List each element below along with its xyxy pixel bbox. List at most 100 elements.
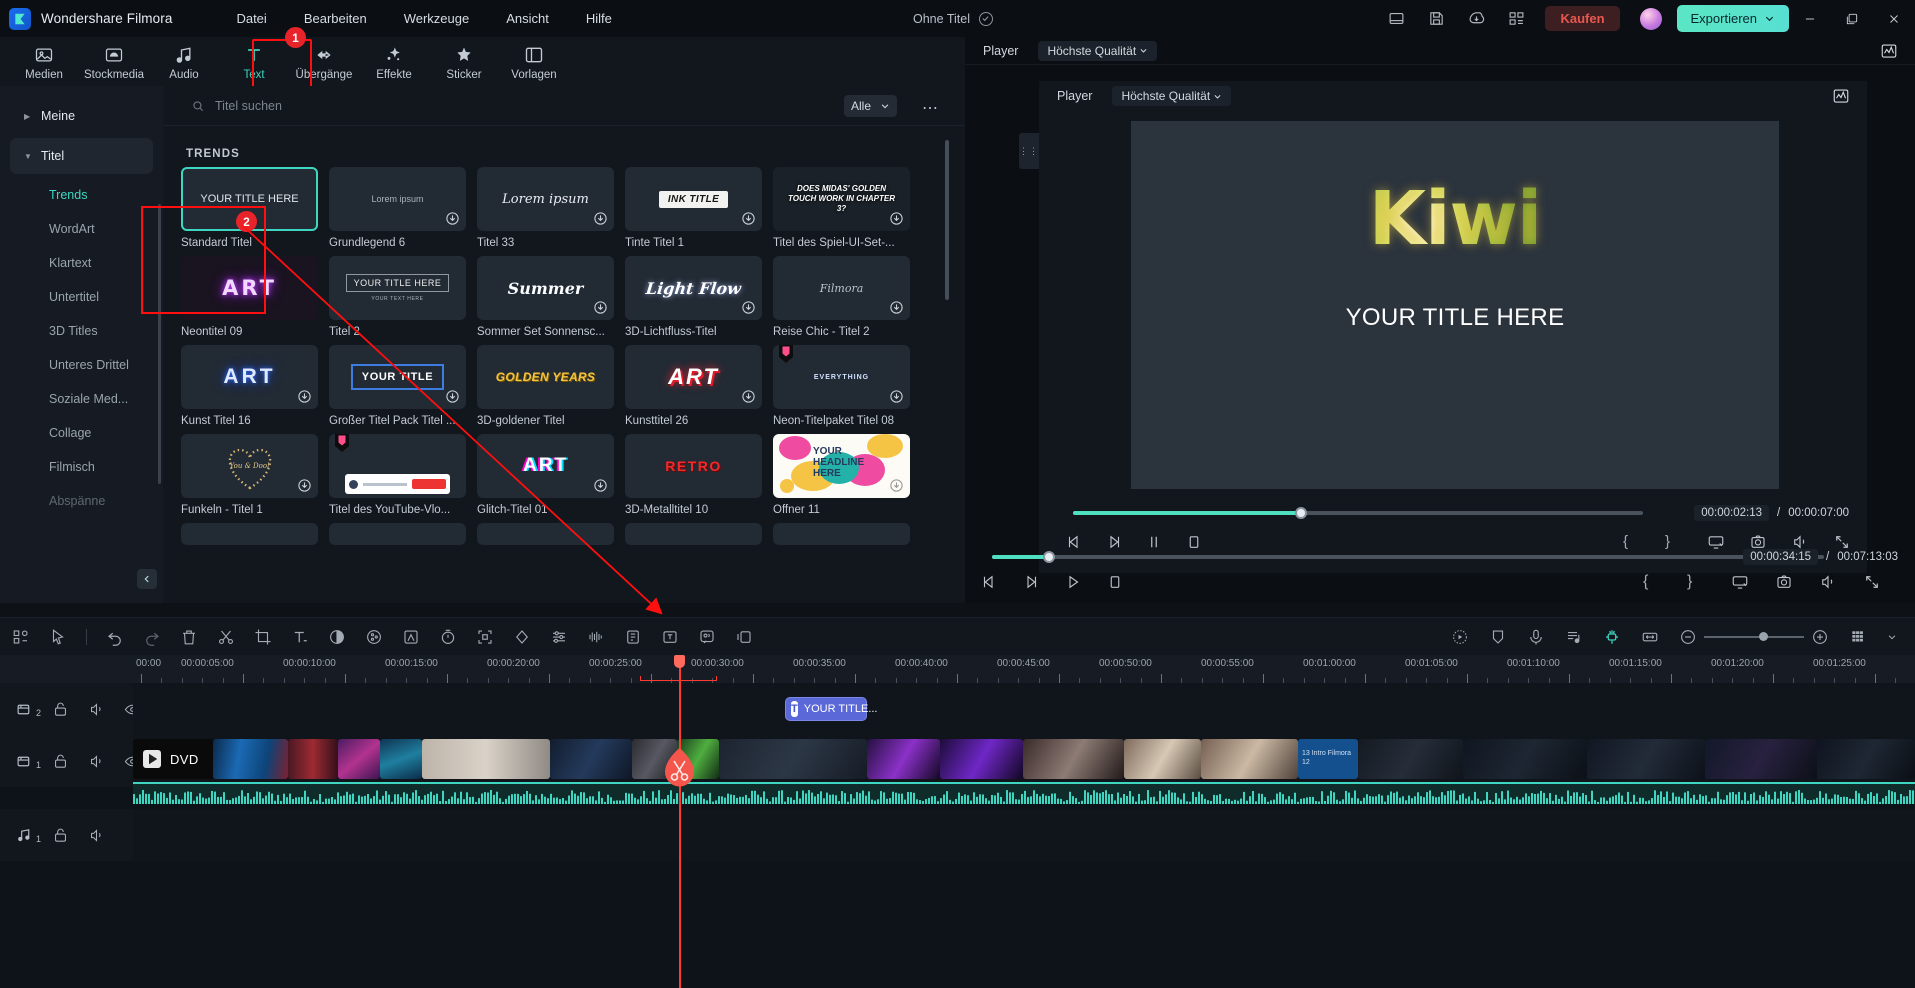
sidebar-item-soziale-medien[interactable]: Soziale Med... bbox=[10, 382, 153, 416]
tab-vorlagen[interactable]: Vorlagen bbox=[504, 42, 564, 81]
template-item[interactable]: RETRO 3D-Metalltitel 10 bbox=[625, 434, 762, 516]
sidebar-collapse-button[interactable] bbox=[137, 569, 157, 589]
template-thumb[interactable]: Summer bbox=[477, 256, 614, 320]
template-thumb[interactable]: EVERYTHING bbox=[773, 345, 910, 409]
template-item[interactable]: Lorem ipsum Titel 33 bbox=[477, 167, 614, 249]
sidebar-item-untertitel[interactable]: Untertitel bbox=[10, 280, 153, 314]
mark-in-icon[interactable]: { bbox=[1643, 573, 1661, 591]
template-item[interactable]: DOES MIDAS' GOLDEN TOUCH WORK IN CHAPTER… bbox=[773, 167, 910, 249]
template-thumb[interactable]: ART bbox=[625, 345, 762, 409]
template-item[interactable]: YOUR TITLE Großer Titel Pack Titel ... bbox=[329, 345, 466, 427]
template-thumb[interactable]: YOUR TITLE bbox=[329, 345, 466, 409]
screen-cast-icon[interactable] bbox=[1731, 573, 1749, 591]
speech-to-text-icon[interactable] bbox=[698, 628, 716, 646]
template-item[interactable]: Lorem ipsum Grundlegend 6 bbox=[329, 167, 466, 249]
template-item[interactable]: EVERYTHING Neon-Titelpaket Titel 08 bbox=[773, 345, 910, 427]
filter-dropdown[interactable]: Alle bbox=[844, 95, 897, 117]
template-thumb[interactable]: GOLDEN YEARS bbox=[477, 345, 614, 409]
download-icon[interactable] bbox=[593, 300, 608, 315]
stop-icon[interactable] bbox=[1106, 573, 1124, 591]
menu-bearbeiten[interactable]: Bearbeiten bbox=[302, 7, 369, 30]
template-thumb[interactable]: Light Flow bbox=[625, 256, 762, 320]
zoom-in-icon[interactable] bbox=[1811, 628, 1829, 646]
next-frame-icon[interactable] bbox=[1022, 573, 1040, 591]
tab-text[interactable]: Text bbox=[224, 42, 284, 81]
maximize-icon[interactable] bbox=[1831, 0, 1873, 37]
template-thumb[interactable]: YOUR HEADLINE HERE bbox=[773, 434, 910, 498]
audio-list-icon[interactable] bbox=[1565, 628, 1583, 646]
mute-icon[interactable] bbox=[88, 701, 105, 718]
mute-icon[interactable] bbox=[88, 753, 105, 770]
tab-effekte[interactable]: Effekte bbox=[364, 42, 424, 81]
template-item[interactable] bbox=[181, 523, 318, 545]
download-icon[interactable] bbox=[445, 211, 460, 226]
video-clip[interactable] bbox=[1587, 739, 1705, 779]
freeze-frame-icon[interactable] bbox=[735, 628, 753, 646]
download-icon[interactable] bbox=[593, 211, 608, 226]
template-item[interactable]: Titel des YouTube-Vlo... bbox=[329, 434, 466, 516]
project-grid-icon[interactable] bbox=[12, 628, 30, 646]
video-preview-stage[interactable]: Kiwi YOUR TITLE HERE bbox=[1131, 121, 1779, 489]
template-item[interactable]: ART Kunsttitel 26 bbox=[625, 345, 762, 427]
video-clip[interactable] bbox=[1201, 739, 1298, 779]
template-item[interactable]: You & Dool Funkeln - Titel 1 bbox=[181, 434, 318, 516]
video-clip[interactable] bbox=[213, 739, 288, 779]
template-thumb[interactable]: Lorem ipsum bbox=[329, 167, 466, 231]
template-thumb[interactable]: Filmora bbox=[773, 256, 910, 320]
audio-detach-icon[interactable] bbox=[587, 628, 605, 646]
template-thumb[interactable]: Lorem ipsum bbox=[477, 167, 614, 231]
download-icon[interactable] bbox=[593, 478, 608, 493]
play-icon[interactable] bbox=[1064, 573, 1082, 591]
timeline-ruler[interactable]: 00:00 00:00:05:00 00:00:10:00 00:00:15:0… bbox=[133, 655, 1915, 683]
sidebar-item-wordart[interactable]: WordArt bbox=[10, 212, 153, 246]
save-icon[interactable] bbox=[1421, 4, 1451, 34]
layout-icon[interactable] bbox=[1381, 4, 1411, 34]
download-icon[interactable] bbox=[297, 389, 312, 404]
waveform-icon[interactable] bbox=[1880, 42, 1898, 60]
track-manager-icon[interactable] bbox=[1849, 628, 1867, 646]
chevron-down-icon[interactable] bbox=[1887, 628, 1897, 646]
template-item[interactable]: ART Neontitel 09 bbox=[181, 256, 318, 338]
redo-icon[interactable] bbox=[143, 628, 161, 646]
voiceover-mic-icon[interactable] bbox=[1527, 628, 1545, 646]
video-clip[interactable] bbox=[867, 739, 940, 779]
zoom-slider-handle[interactable] bbox=[1759, 632, 1768, 641]
template-thumb[interactable]: RETRO bbox=[625, 434, 762, 498]
audio-waveform-strip[interactable] bbox=[133, 782, 1915, 804]
split-scissors-icon[interactable] bbox=[217, 628, 235, 646]
video-clip[interactable] bbox=[1023, 739, 1124, 779]
avatar[interactable] bbox=[1639, 7, 1662, 30]
marker-icon[interactable] bbox=[624, 628, 642, 646]
export-button[interactable]: Exportieren bbox=[1676, 5, 1789, 32]
seek-handle[interactable] bbox=[1043, 551, 1055, 563]
sidebar-item-klartext[interactable]: Klartext bbox=[10, 246, 153, 280]
video-clip[interactable] bbox=[1358, 739, 1463, 779]
tab-uebergaenge[interactable]: Übergänge bbox=[294, 42, 354, 81]
video-clip[interactable] bbox=[338, 739, 380, 779]
grid-scrollbar[interactable] bbox=[945, 140, 949, 300]
player-inner-quality-dropdown[interactable]: Höchste Qualität bbox=[1112, 86, 1232, 106]
template-thumb[interactable] bbox=[625, 523, 762, 545]
grid-apps-icon[interactable] bbox=[1501, 4, 1531, 34]
download-icon[interactable] bbox=[297, 478, 312, 493]
ai-effects-icon[interactable] bbox=[1451, 628, 1469, 646]
motion-tracking-icon[interactable] bbox=[661, 628, 679, 646]
tab-stockmedia[interactable]: Stockmedia bbox=[84, 42, 144, 81]
color-palette-icon[interactable] bbox=[365, 628, 383, 646]
shield-icon[interactable] bbox=[1489, 628, 1507, 646]
template-thumb[interactable]: INK TITLE bbox=[625, 167, 762, 231]
tab-sticker[interactable]: Sticker bbox=[434, 42, 494, 81]
template-item[interactable]: ART Kunst Titel 16 bbox=[181, 345, 318, 427]
zoom-slider-track[interactable] bbox=[1704, 632, 1804, 641]
sidebar-item-trends[interactable]: Trends bbox=[10, 178, 153, 212]
video-clip[interactable] bbox=[1463, 739, 1587, 779]
template-thumb[interactable]: YOUR TITLE HERE YOUR TEXT HERE bbox=[329, 256, 466, 320]
undo-icon[interactable] bbox=[106, 628, 124, 646]
template-item[interactable]: Summer Sommer Set Sonnensc... bbox=[477, 256, 614, 338]
menu-hilfe[interactable]: Hilfe bbox=[584, 7, 614, 30]
template-thumb[interactable]: You & Dool bbox=[181, 434, 318, 498]
download-icon[interactable] bbox=[889, 389, 904, 404]
mark-out-icon[interactable]: } bbox=[1665, 533, 1683, 551]
auto-reframe-icon[interactable] bbox=[476, 628, 494, 646]
mute-icon[interactable] bbox=[88, 827, 105, 844]
